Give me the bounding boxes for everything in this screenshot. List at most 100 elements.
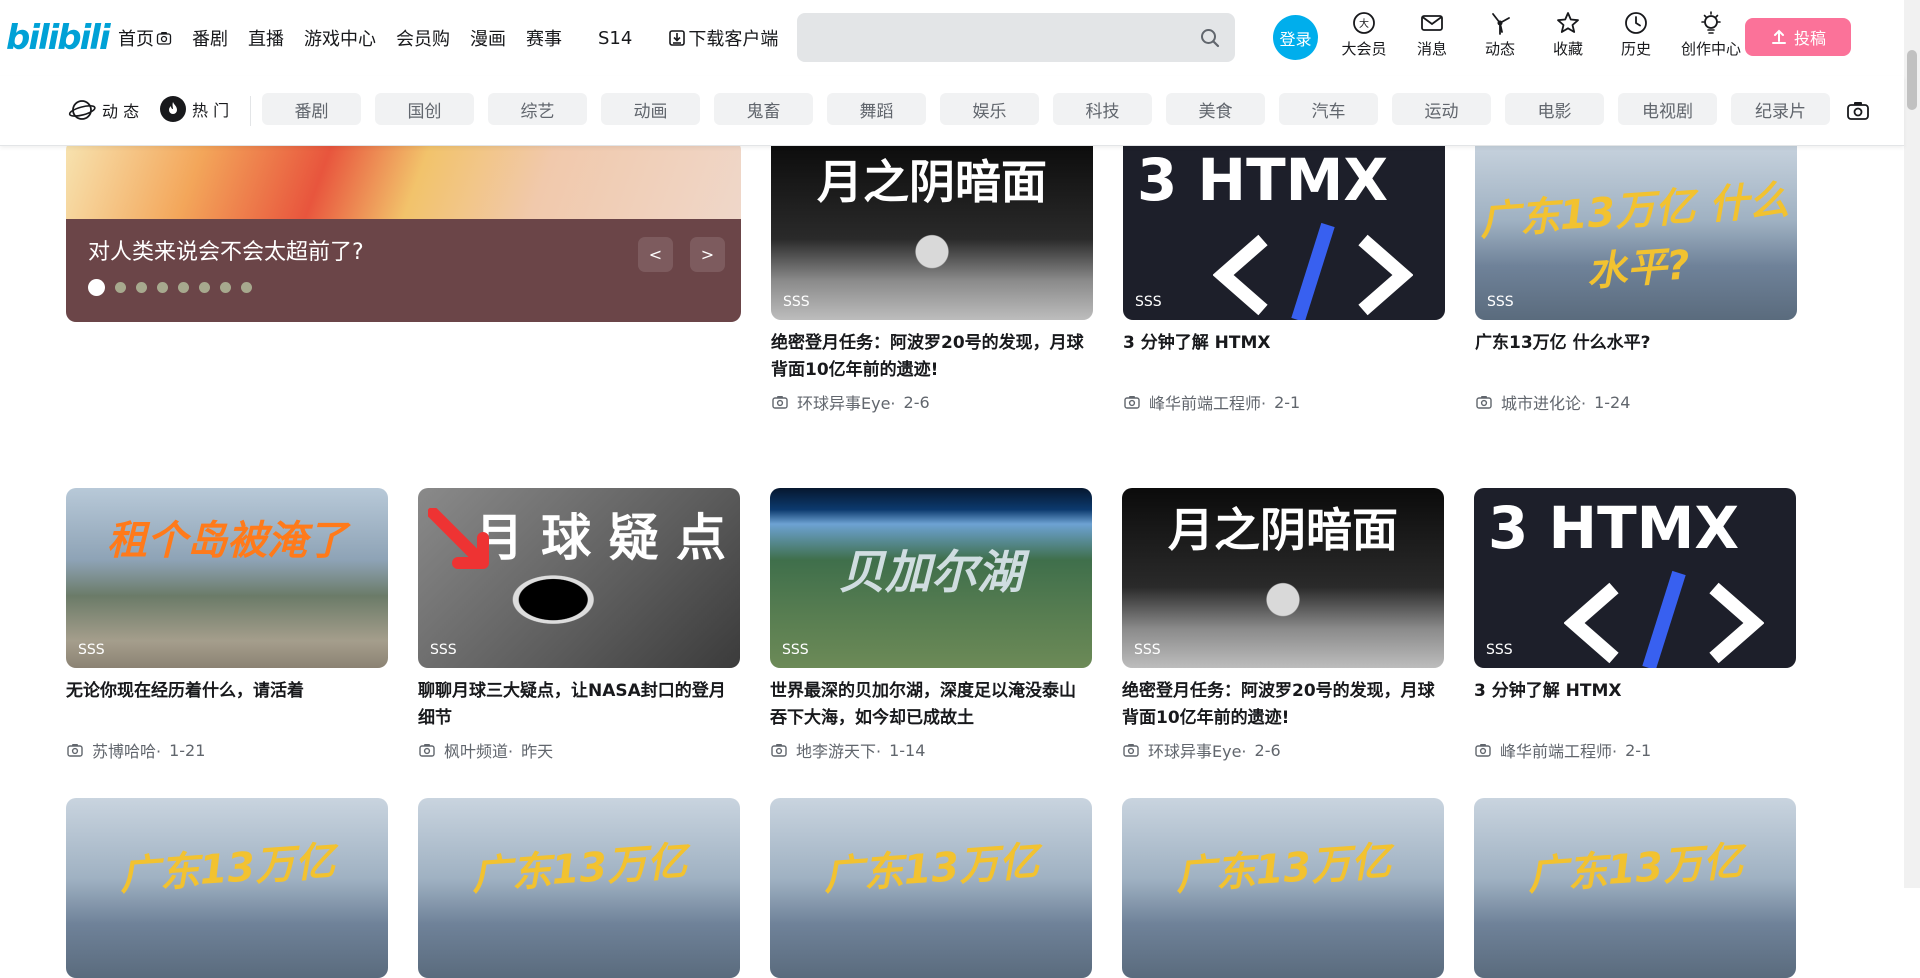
banner-next-button[interactable]: > bbox=[690, 237, 725, 272]
channel-chip[interactable]: 娱乐 bbox=[940, 93, 1039, 125]
video-thumbnail[interactable]: 广东13万亿 bbox=[1474, 798, 1796, 978]
channel-chip[interactable]: 电视剧 bbox=[1618, 93, 1717, 125]
channel-chip[interactable]: 电影 bbox=[1505, 93, 1604, 125]
video-card[interactable]: 广东13万亿 bbox=[1474, 798, 1796, 978]
video-card[interactable]: 月之阴暗面 SSS 绝密登月任务：阿波罗20号的发现，月球背面10亿年前的遗迹! 环球… bbox=[1122, 488, 1444, 762]
video-thumbnail[interactable]: 广东13万亿 bbox=[66, 798, 388, 978]
bilibili-logo[interactable]: bilibili bbox=[6, 18, 111, 58]
video-card[interactable]: 广东13万亿 bbox=[66, 798, 388, 978]
video-thumbnail[interactable]: 3 HTMX SSS bbox=[1123, 140, 1445, 320]
uploader-icon bbox=[1475, 744, 1491, 757]
dynamic-entry[interactable]: 动态 bbox=[1466, 10, 1534, 59]
search-input[interactable] bbox=[812, 24, 1172, 52]
banner-carousel[interactable]: 对人类来说会不会太超前了? < > bbox=[66, 140, 741, 322]
channel-hot[interactable]: 热 门 bbox=[160, 96, 229, 122]
video-title[interactable]: 广东13万亿 什么水平? bbox=[1475, 330, 1797, 384]
search-icon[interactable] bbox=[1198, 26, 1222, 50]
video-thumbnail[interactable]: 租个岛被淹了 SSS bbox=[66, 488, 388, 668]
upload-button[interactable]: 投稿 bbox=[1745, 18, 1851, 56]
channel-chip[interactable]: 汽车 bbox=[1279, 93, 1378, 125]
banner-dot[interactable] bbox=[88, 279, 105, 296]
channel-chip[interactable]: 科技 bbox=[1053, 93, 1152, 125]
video-meta[interactable]: 环球异事Eye· 2-6 bbox=[1122, 738, 1444, 762]
creator-center-entry[interactable]: 创作中心 bbox=[1670, 10, 1752, 59]
video-thumbnail[interactable]: 广东13万亿 bbox=[418, 798, 740, 978]
video-thumbnail[interactable]: 广东13万亿 bbox=[1122, 798, 1444, 978]
video-card[interactable]: 租个岛被淹了 SSS 无论你现在经历着什么，请活着苏博哈哈· 1-21 bbox=[66, 488, 388, 762]
video-thumbnail[interactable]: 广东13万亿 bbox=[770, 798, 1092, 978]
video-meta[interactable]: 环球异事Eye· 2-6 bbox=[771, 390, 1093, 414]
video-title[interactable]: 世界最深的贝加尔湖，深度足以淹没泰山吞下大海，如今却已成故土 bbox=[770, 678, 1092, 732]
download-client-link[interactable]: 下载客户端 bbox=[668, 25, 778, 51]
nav-game-center[interactable]: 游戏中心 bbox=[304, 25, 376, 51]
video-title[interactable]: 聊聊月球三大疑点，让NASA封口的登月细节 bbox=[418, 678, 740, 732]
channel-dynamic[interactable]: 动 态 bbox=[68, 96, 139, 124]
video-title[interactable]: 绝密登月任务：阿波罗20号的发现，月球背面10亿年前的遗迹! bbox=[771, 330, 1093, 384]
channel-chip[interactable]: 动画 bbox=[601, 93, 700, 125]
banner-dot[interactable] bbox=[115, 282, 126, 293]
nav-bangumi[interactable]: 番剧 bbox=[192, 25, 228, 51]
video-meta[interactable]: 峰华前端工程师· 2-1 bbox=[1123, 390, 1445, 414]
nav-home[interactable]: 首页 bbox=[118, 25, 172, 51]
banner-prev-button[interactable]: < bbox=[638, 237, 673, 272]
video-card[interactable]: 广东13万亿 bbox=[418, 798, 740, 978]
video-thumbnail[interactable]: 月 球 疑 点 SSS bbox=[418, 488, 740, 668]
video-card[interactable]: 3 HTMX SSS 3 分钟了解 HTMX 峰华前端工程师· 2-1 bbox=[1474, 488, 1796, 762]
messages-entry[interactable]: 消息 bbox=[1398, 10, 1466, 59]
video-card[interactable]: 月 球 疑 点 SSS 聊聊月球三大疑点，让NASA封口的登月细节枫叶频道· 昨天 bbox=[418, 488, 740, 762]
video-card[interactable]: 3 HTMX SSS 3 分钟了解 HTMX 峰华前端工程师· 2-1 bbox=[1123, 140, 1445, 414]
nav-match[interactable]: 赛事 bbox=[526, 25, 562, 51]
channel-settings-icon[interactable] bbox=[1845, 98, 1871, 124]
banner-dot[interactable] bbox=[241, 282, 252, 293]
banner-dot[interactable] bbox=[220, 282, 231, 293]
video-title[interactable]: 无论你现在经历着什么，请活着 bbox=[66, 678, 388, 732]
banner-dot[interactable] bbox=[136, 282, 147, 293]
video-card[interactable]: 贝加尔湖 SSS 世界最深的贝加尔湖，深度足以淹没泰山吞下大海，如今却已成故土地李游… bbox=[770, 488, 1092, 762]
nav-manga[interactable]: 漫画 bbox=[470, 25, 506, 51]
channel-chip[interactable]: 番剧 bbox=[262, 93, 361, 125]
video-card[interactable]: 月之阴暗面 SSS 绝密登月任务：阿波罗20号的发现，月球背面10亿年前的遗迹! 环球… bbox=[771, 140, 1093, 414]
video-card[interactable]: 广东13万亿 bbox=[1122, 798, 1444, 978]
video-meta[interactable]: 城市进化论· 1-24 bbox=[1475, 390, 1797, 414]
search-bar[interactable] bbox=[797, 13, 1235, 62]
scrollbar-thumb[interactable] bbox=[1907, 50, 1917, 110]
nav-s14[interactable]: S14 bbox=[598, 28, 632, 49]
channel-chip[interactable]: 美食 bbox=[1166, 93, 1265, 125]
channel-chip[interactable]: 运动 bbox=[1392, 93, 1491, 125]
clock-icon bbox=[1625, 12, 1647, 34]
video-thumbnail[interactable]: 月之阴暗面 SSS bbox=[1122, 488, 1444, 668]
video-thumbnail[interactable]: 月之阴暗面 SSS bbox=[771, 140, 1093, 320]
favorites-entry[interactable]: 收藏 bbox=[1534, 10, 1602, 59]
video-thumbnail[interactable]: 广东13万亿 什么水平? SSS bbox=[1475, 140, 1797, 320]
video-title[interactable]: 3 分钟了解 HTMX bbox=[1123, 330, 1445, 384]
video-card[interactable]: 广东13万亿 bbox=[770, 798, 1092, 978]
video-card[interactable]: 广东13万亿 什么水平? SSS 广东13万亿 什么水平? 城市进化论· 1-24 bbox=[1475, 140, 1797, 414]
video-meta[interactable]: 峰华前端工程师· 2-1 bbox=[1474, 738, 1796, 762]
banner-dot[interactable] bbox=[157, 282, 168, 293]
video-meta[interactable]: 苏博哈哈· 1-21 bbox=[66, 738, 388, 762]
channel-chip[interactable]: 综艺 bbox=[488, 93, 587, 125]
video-title[interactable]: 绝密登月任务：阿波罗20号的发现，月球背面10亿年前的遗迹! bbox=[1122, 678, 1444, 732]
channel-chip[interactable]: 鬼畜 bbox=[714, 93, 813, 125]
channel-chip[interactable]: 纪录片 bbox=[1731, 93, 1830, 125]
page-scrollbar[interactable] bbox=[1904, 0, 1920, 888]
nav-shop[interactable]: 会员购 bbox=[396, 25, 450, 51]
vip-entry[interactable]: 大 大会员 bbox=[1330, 10, 1398, 59]
banner-image[interactable] bbox=[66, 140, 741, 220]
video-meta[interactable]: 枫叶频道· 昨天 bbox=[418, 738, 740, 762]
banner-dot[interactable] bbox=[178, 282, 189, 293]
banner-title[interactable]: 对人类来说会不会太超前了? bbox=[88, 234, 364, 266]
channel-chip[interactable]: 舞蹈 bbox=[827, 93, 926, 125]
history-entry[interactable]: 历史 bbox=[1602, 10, 1670, 59]
video-meta[interactable]: 地李游天下· 1-14 bbox=[770, 738, 1092, 762]
uploader-name: 地李游天下· bbox=[796, 742, 882, 761]
thumb-tag: SSS bbox=[783, 294, 810, 310]
banner-dot[interactable] bbox=[199, 282, 210, 293]
video-thumbnail[interactable]: 贝加尔湖 SSS bbox=[770, 488, 1092, 668]
channel-chip[interactable]: 国创 bbox=[375, 93, 474, 125]
login-button[interactable]: 登录 bbox=[1273, 15, 1318, 60]
upload-label: 投稿 bbox=[1793, 29, 1826, 48]
video-title[interactable]: 3 分钟了解 HTMX bbox=[1474, 678, 1796, 732]
nav-live[interactable]: 直播 bbox=[248, 25, 284, 51]
video-thumbnail[interactable]: 3 HTMX SSS bbox=[1474, 488, 1796, 668]
